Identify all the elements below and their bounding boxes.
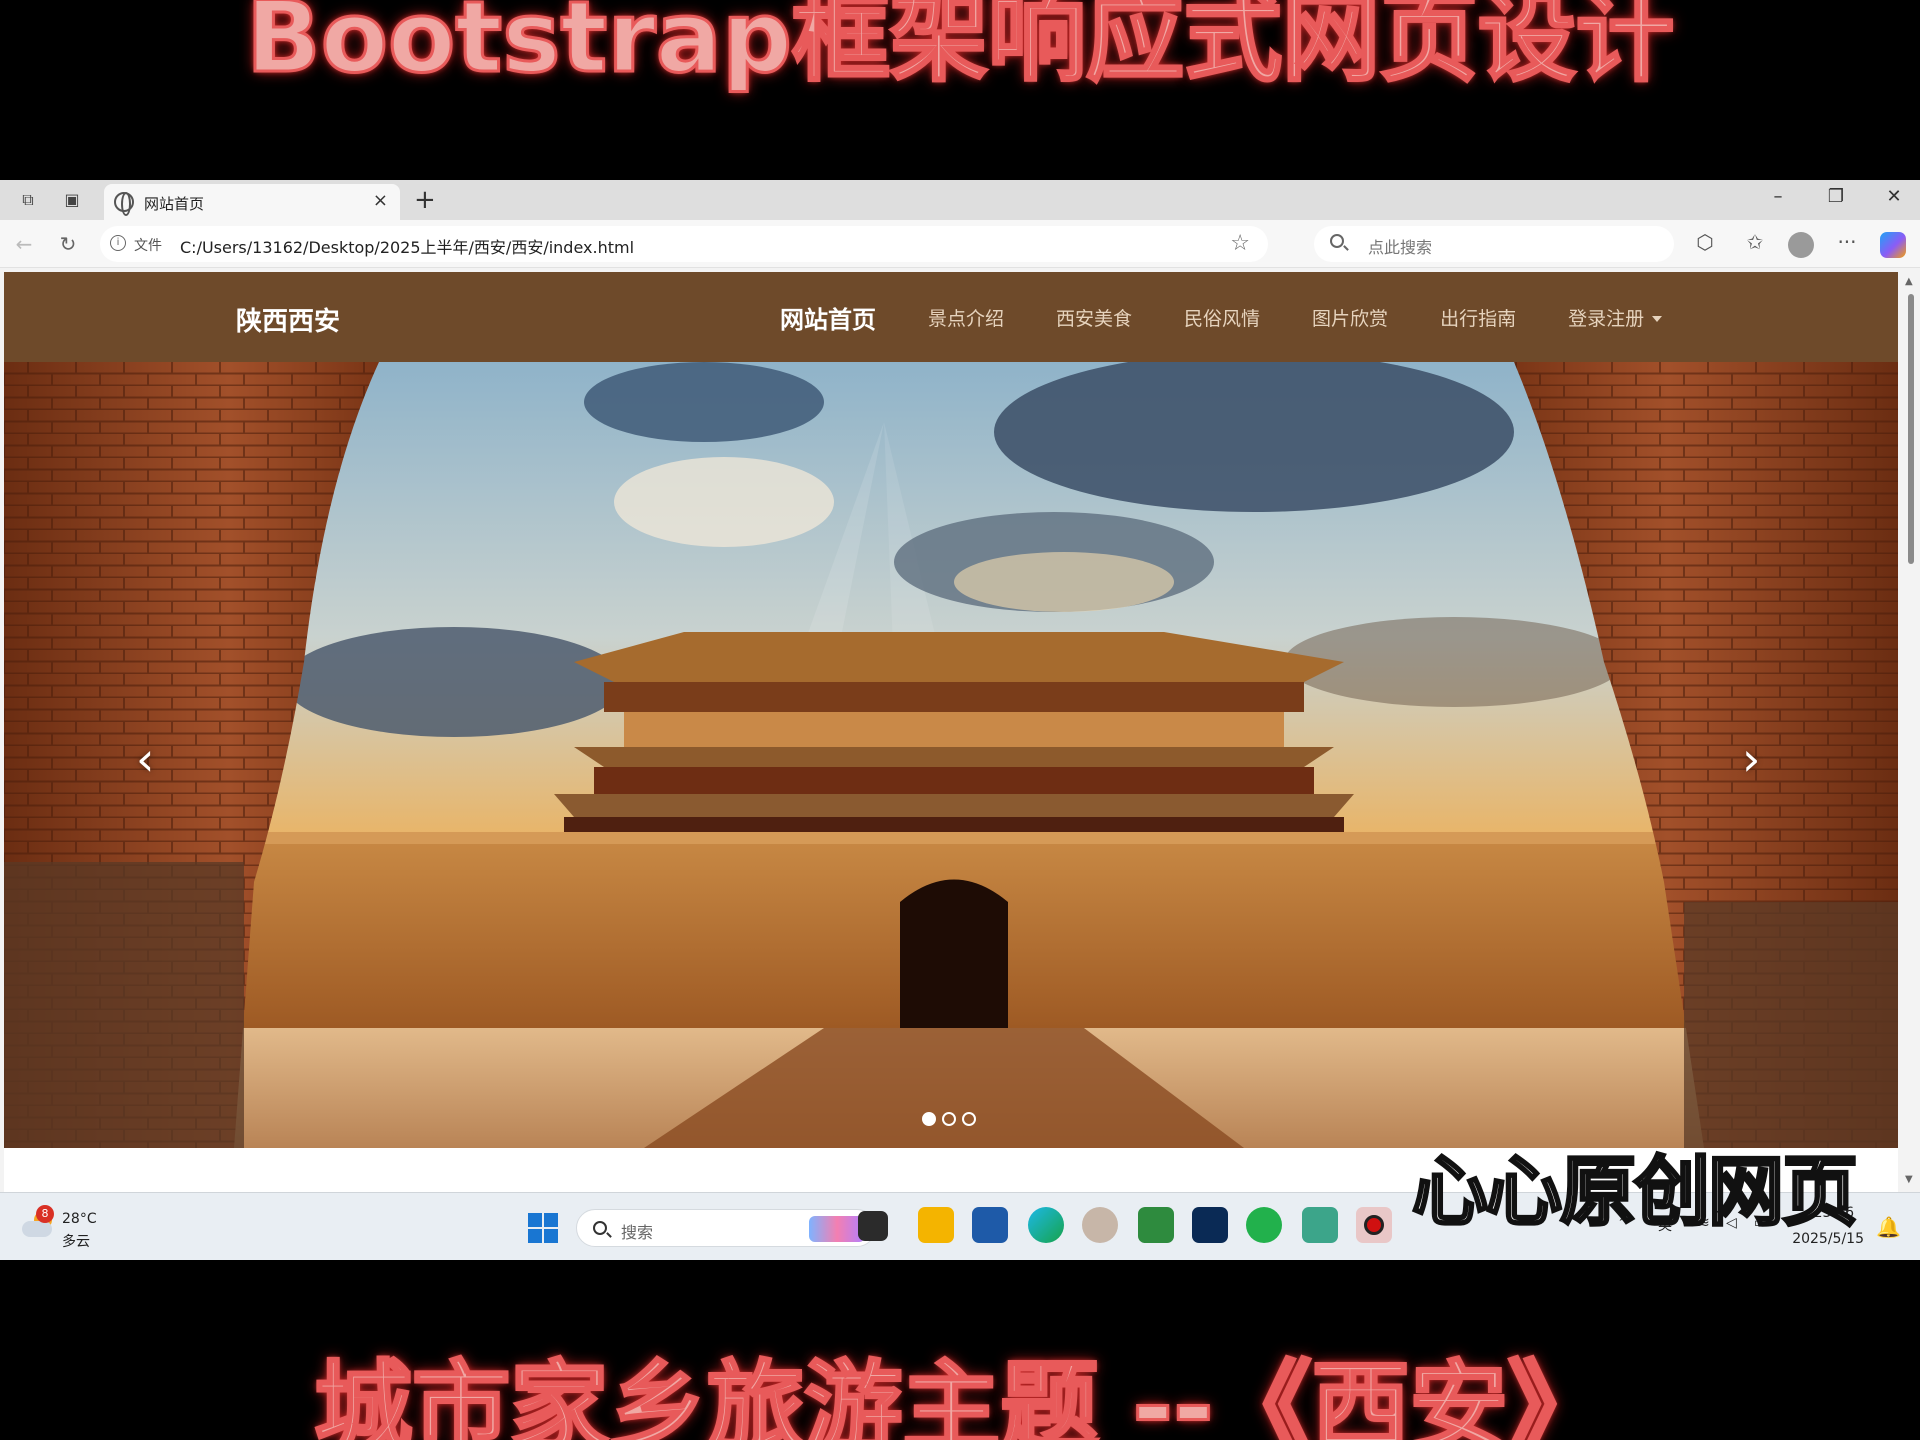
nav-menu: 网站首页 景点介绍 西安美食 民俗风情 图片欣赏 出行指南 登录注册 [754, 272, 1688, 362]
browser-tab-active[interactable]: 网站首页 × [104, 184, 400, 220]
search-placeholder: 点此搜索 [1368, 238, 1433, 257]
favorites-icon[interactable]: ✩ [1740, 230, 1770, 254]
weather-condition: 多云 [62, 1234, 90, 1250]
address-bar[interactable]: i 文件 C:/Users/13162/Desktop/2025上半年/西安/西… [100, 226, 1268, 262]
nav-item-travel-guide[interactable]: 出行指南 [1414, 304, 1542, 331]
site-navbar: 陕西西安 网站首页 景点介绍 西安美食 民俗风情 图片欣赏 出行指南 登录注册 [4, 272, 1898, 362]
profile-avatar[interactable] [1788, 232, 1814, 258]
carousel-prev-icon[interactable]: ‹ [136, 732, 154, 786]
login-label: 登录注册 [1568, 307, 1645, 330]
globe-icon [114, 192, 134, 216]
scrollbar-thumb[interactable] [1908, 294, 1914, 564]
watermark-text: 心心原创网页 [1411, 1146, 1860, 1238]
nav-item-food[interactable]: 西安美食 [1030, 304, 1158, 331]
site-brand[interactable]: 陕西西安 [236, 301, 340, 338]
taskbar-search-input[interactable]: 搜索 [576, 1209, 876, 1247]
browser-toolbar: ← ↻ i 文件 C:/Users/13162/Desktop/2025上半年/… [0, 220, 1920, 268]
file-label: 文件 [134, 238, 162, 254]
nav-item-home[interactable]: 网站首页 [754, 300, 902, 335]
url-text[interactable]: C:/Users/13162/Desktop/2025上半年/西安/西安/ind… [180, 234, 634, 258]
title-caption: Bootstrap框架响应式网页设计 [245, 0, 1676, 97]
hero-carousel: ‹ › [4, 362, 1898, 1148]
page-scrollbar[interactable]: ▲ ▼ [1902, 272, 1920, 1192]
back-icon[interactable]: ← [10, 232, 38, 256]
weather-badge: 8 [36, 1205, 54, 1223]
reload-icon[interactable]: ↻ [54, 232, 82, 256]
display-app-icon[interactable] [1302, 1207, 1338, 1243]
task-view-icon[interactable] [858, 1211, 888, 1241]
wechat-icon[interactable] [1246, 1207, 1282, 1243]
carousel-indicator-1[interactable] [922, 1112, 936, 1126]
vertical-tabs-icon[interactable]: ▣ [60, 188, 84, 212]
record-icon [1364, 1215, 1384, 1235]
new-tab-button[interactable]: + [414, 185, 436, 215]
avatar-app-icon[interactable] [1082, 1207, 1118, 1243]
workspaces-icon[interactable]: ⧉ [16, 188, 40, 212]
chevron-down-icon [1652, 316, 1663, 322]
video-frame: Bootstrap框架响应式网页设计 ⧉ ▣ 网站首页 × + – ❐ ✕ ← … [0, 0, 1920, 1440]
nav-item-folk-customs[interactable]: 民俗风情 [1158, 304, 1286, 331]
more-menu-icon[interactable]: ··· [1832, 230, 1862, 254]
info-icon[interactable]: i [110, 235, 126, 251]
carousel-indicator-3[interactable] [962, 1112, 976, 1126]
browser-tab-strip: ⧉ ▣ 网站首页 × + – ❐ ✕ [0, 180, 1920, 220]
tab-close-icon[interactable]: × [373, 190, 388, 211]
taskbar-search-placeholder: 搜索 [621, 1223, 654, 1242]
store-icon[interactable] [972, 1207, 1008, 1243]
notification-bell-icon[interactable]: 🔔 [1876, 1215, 1901, 1239]
minimize-button[interactable]: – [1758, 186, 1798, 207]
favorite-star-icon[interactable]: ☆ [1230, 231, 1250, 256]
file-explorer-icon[interactable] [918, 1207, 954, 1243]
record-app-icon[interactable] [1356, 1207, 1392, 1243]
hbuilder-icon[interactable] [1138, 1207, 1174, 1243]
scroll-down-icon[interactable]: ▼ [1905, 1174, 1913, 1185]
scroll-up-icon[interactable]: ▲ [1905, 276, 1913, 287]
search-highlight-icon [809, 1216, 865, 1242]
carousel-indicator-2[interactable] [942, 1112, 956, 1126]
close-window-button[interactable]: ✕ [1874, 186, 1914, 207]
edge-icon[interactable] [1028, 1207, 1064, 1243]
subtitle-caption: 城市家乡旅游主题 --《西安》 [313, 1350, 1607, 1440]
search-icon [593, 1221, 607, 1235]
photoshop-icon[interactable] [1192, 1207, 1228, 1243]
page-viewport: 陕西西安 网站首页 景点介绍 西安美食 民俗风情 图片欣赏 出行指南 登录注册 [4, 272, 1898, 1192]
carousel-indicators [922, 1112, 976, 1126]
weather-temperature: 28°C [62, 1211, 97, 1227]
nav-item-login-dropdown[interactable]: 登录注册 [1542, 304, 1688, 331]
nav-item-gallery[interactable]: 图片欣赏 [1286, 304, 1414, 331]
search-icon [1330, 234, 1344, 248]
nav-item-attractions[interactable]: 景点介绍 [902, 304, 1030, 331]
browser-search-input[interactable]: 点此搜索 [1314, 226, 1674, 262]
city-gate-photo [4, 362, 1898, 1148]
extensions-icon[interactable]: ⬡ [1690, 230, 1720, 254]
restore-button[interactable]: ❐ [1816, 186, 1856, 207]
tab-title: 网站首页 [144, 195, 205, 213]
copilot-icon[interactable] [1880, 232, 1906, 258]
desktop-screen: ⧉ ▣ 网站首页 × + – ❐ ✕ ← ↻ i 文件 C:/Users/131… [0, 180, 1920, 1260]
start-button[interactable] [528, 1213, 558, 1243]
carousel-next-icon[interactable]: › [1742, 732, 1760, 786]
